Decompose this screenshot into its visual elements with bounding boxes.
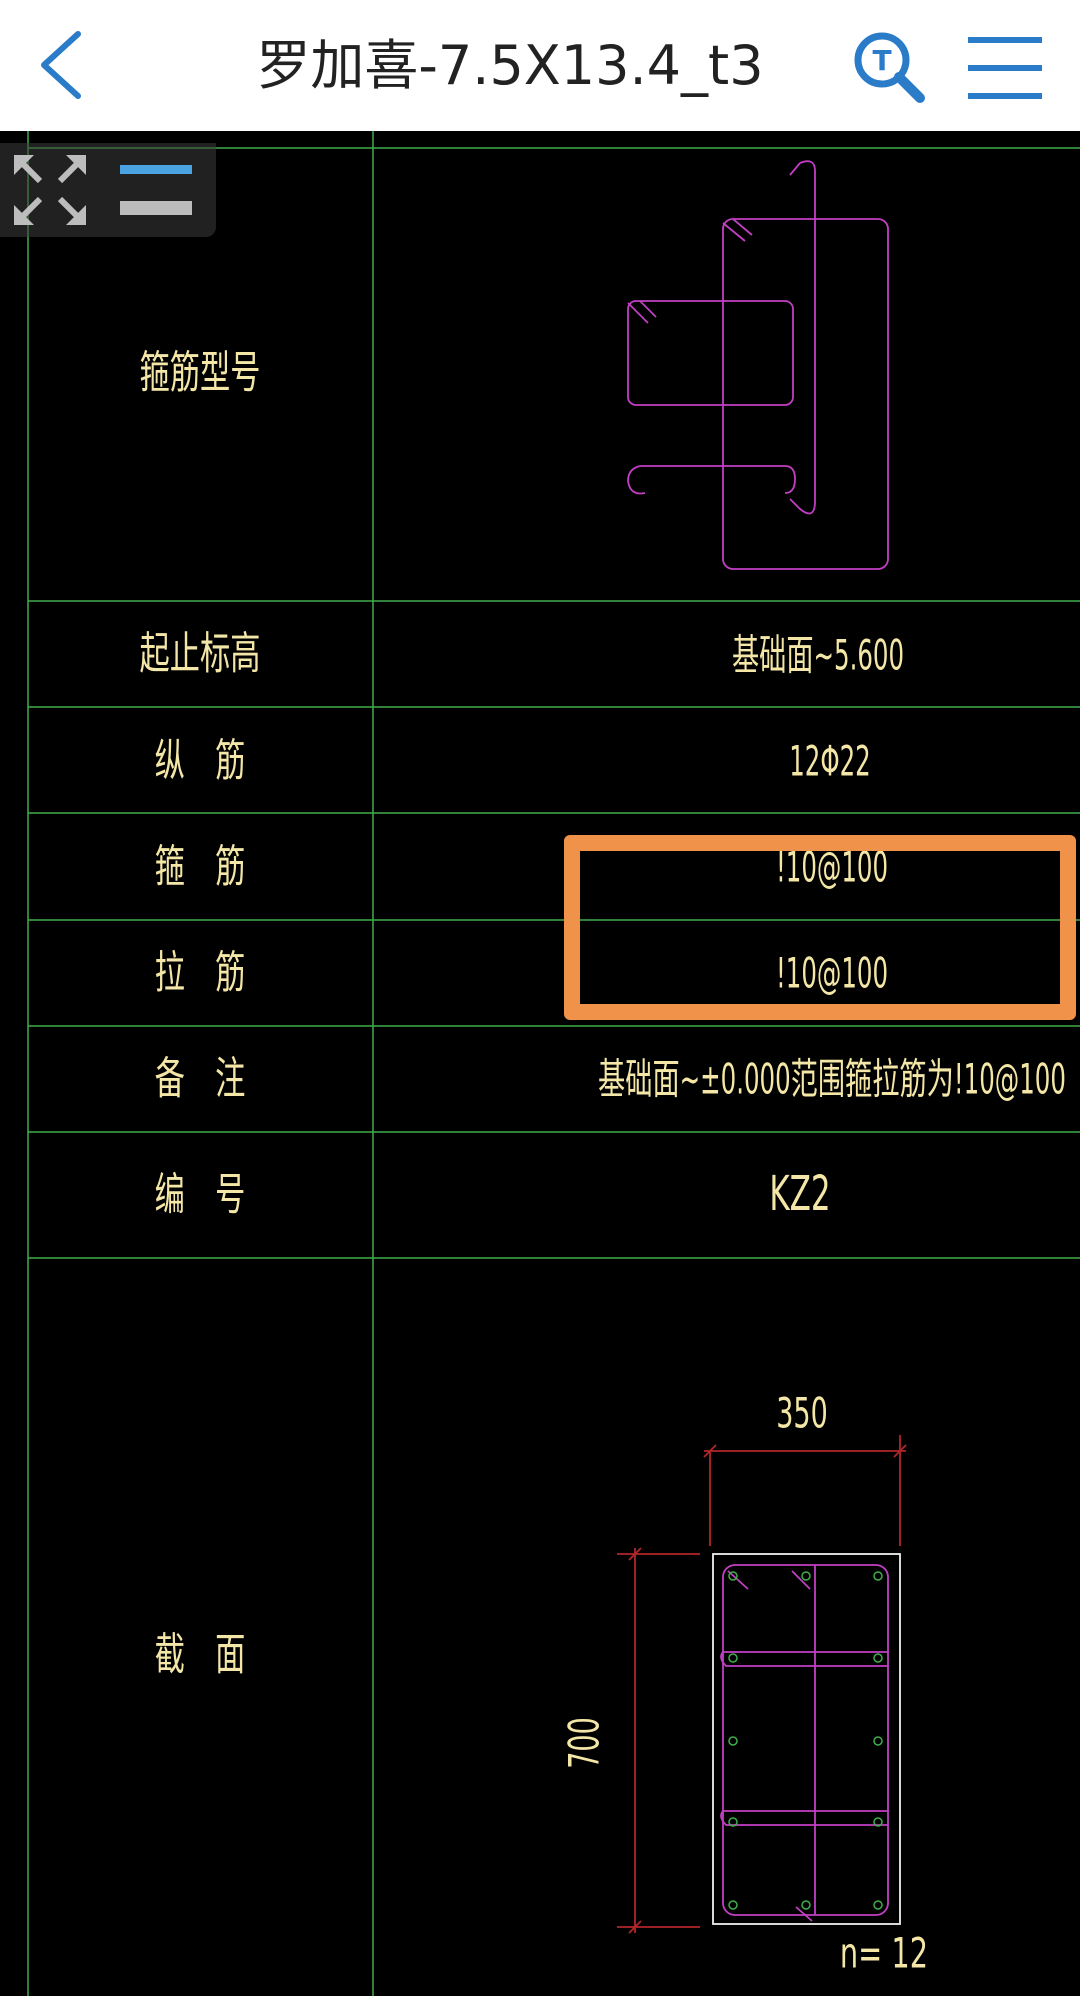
row-label-remark: 备 注 xyxy=(155,1053,246,1104)
stirrup-type-diagram xyxy=(627,160,889,570)
layers-button[interactable] xyxy=(110,151,200,229)
row-label-tie: 拉 筋 xyxy=(155,947,246,998)
highlight-box xyxy=(564,835,1076,1020)
section-diagram: 350 700 n= 12 xyxy=(560,1389,928,1978)
value-remark: 基础面~±0.000范围箍拉筋为!10@100 xyxy=(598,1056,1066,1105)
value-longitudinal: 12Φ22 xyxy=(789,738,871,787)
svg-text:T: T xyxy=(872,44,891,77)
row-label-section: 截 面 xyxy=(155,1629,246,1680)
row-label-stirrup: 箍 筋 xyxy=(155,841,246,892)
section-height-dimension: 700 xyxy=(560,1717,609,1768)
fit-screen-button[interactable] xyxy=(10,151,90,229)
bar-count-label: n= 12 xyxy=(840,1928,928,1977)
row-label-number: 编 号 xyxy=(155,1169,246,1220)
search-text-button[interactable]: T xyxy=(850,28,930,108)
menu-button[interactable] xyxy=(960,28,1050,108)
cad-drawing-canvas[interactable]: 箍筋型号 起止标高 纵 筋 箍 筋 拉 筋 备 注 编 号 截 面 基础面~5.… xyxy=(0,131,1080,1996)
value-number: KZ2 xyxy=(769,1165,830,1221)
value-elevation: 基础面~5.600 xyxy=(732,632,904,681)
row-label-elevation: 起止标高 xyxy=(140,628,261,679)
back-button[interactable] xyxy=(22,20,102,110)
row-label-longitudinal: 纵 筋 xyxy=(155,735,246,786)
text-search-icon: T xyxy=(854,32,925,103)
view-toolbar xyxy=(0,143,216,237)
fit-screen-icon xyxy=(14,155,86,225)
app-header: 罗加喜-7.5X13.4_t3 T xyxy=(0,0,1080,131)
row-label-stirrup-type: 箍筋型号 xyxy=(140,347,261,398)
hamburger-menu-icon xyxy=(968,37,1042,99)
chevron-left-icon xyxy=(41,31,81,99)
layers-icon xyxy=(120,165,192,215)
document-title: 罗加喜-7.5X13.4_t3 xyxy=(256,34,764,97)
section-width-dimension: 350 xyxy=(776,1389,827,1438)
